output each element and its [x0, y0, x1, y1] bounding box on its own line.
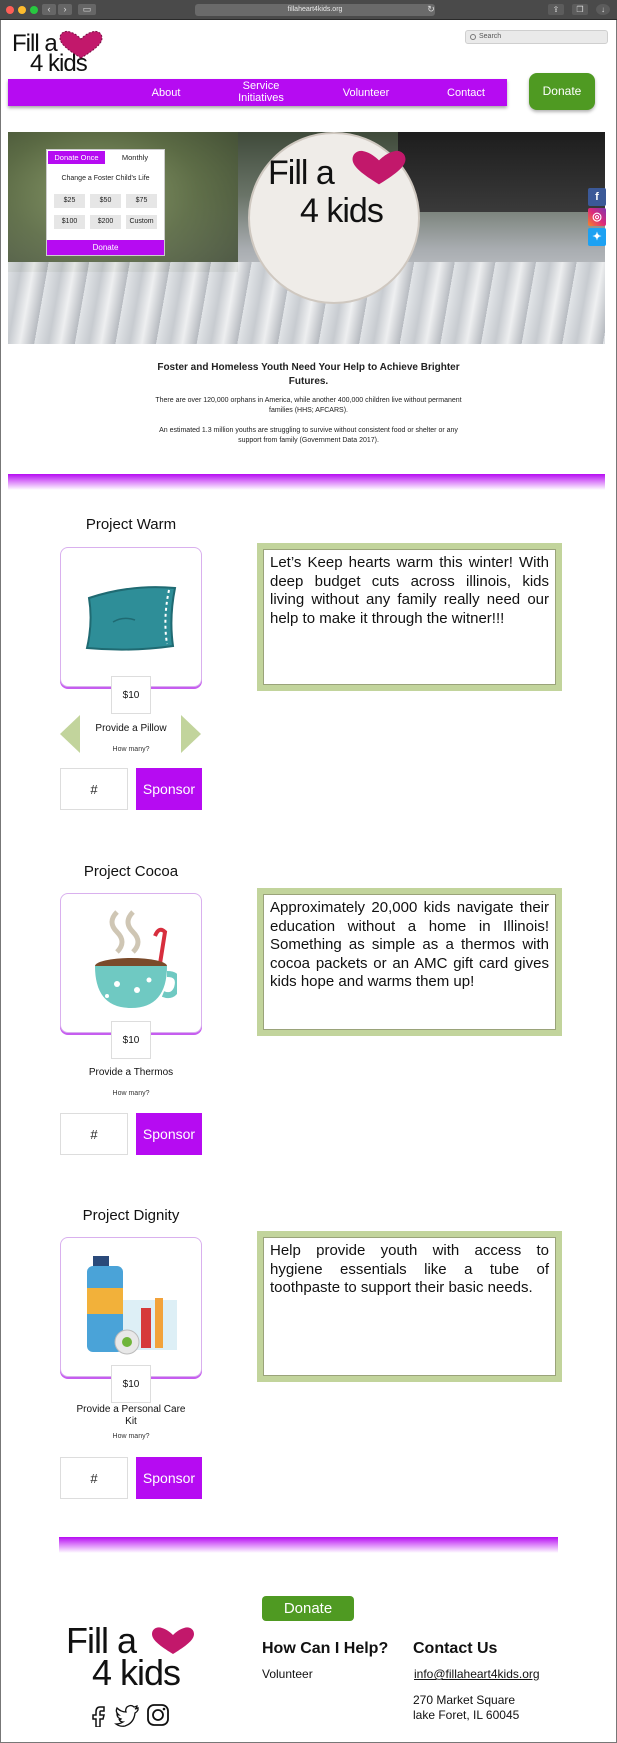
heart-icon	[152, 1627, 194, 1654]
project-card	[60, 547, 202, 687]
facebook-icon[interactable]: f	[588, 188, 606, 206]
search-icon	[470, 34, 476, 40]
hero-heart-icon	[352, 150, 406, 185]
quantity-input[interactable]: #	[60, 1113, 128, 1155]
project-description: Approximately 20,000 kids navigate their…	[257, 888, 562, 1036]
intro-paragraph: There are over 120,000 orphans in Americ…	[155, 397, 462, 414]
forward-icon[interactable]: ›	[58, 4, 72, 15]
minimize-window-button[interactable]	[18, 6, 26, 14]
nav-service-initiatives[interactable]: Service Initiatives	[226, 80, 296, 104]
price-tag: $10	[111, 1365, 151, 1403]
donate-widget-title: Change a Foster Child's Life	[61, 175, 150, 182]
how-many-label: How many?	[112, 1090, 150, 1097]
site-logo[interactable]: Fill a 4 kids	[12, 30, 103, 78]
quantity-input[interactable]: #	[60, 1457, 128, 1499]
nav-volunteer[interactable]: Volunteer	[326, 87, 406, 99]
quantity-input[interactable]: #	[60, 768, 128, 810]
nav-contact[interactable]: Contact	[426, 87, 506, 99]
email-link[interactable]: info@fillaheart4kids.org	[414, 1667, 540, 1682]
project-description: Let’s Keep hearts warm this winter! With…	[257, 543, 562, 691]
share-icon[interactable]: ⇪	[548, 4, 564, 15]
tabs-icon[interactable]: ❐	[572, 4, 588, 15]
browser-toolbar: ‹ › ▭ fillaheart4kids.org ↻ ⇪ ❐ ↓	[0, 0, 617, 20]
reload-icon[interactable]: ↻	[424, 4, 438, 15]
donate-button[interactable]: Donate	[529, 73, 595, 110]
pillow-icon	[85, 586, 177, 651]
cocoa-mug-icon	[95, 910, 177, 1008]
how-many-label: How many?	[112, 746, 150, 753]
project-card	[60, 1237, 202, 1377]
price-tag: $10	[111, 676, 151, 714]
hero-sign-line1: Fill a	[268, 154, 335, 192]
project-description: Help provide youth with access to hygien…	[257, 1231, 562, 1382]
amount-option[interactable]: $50	[90, 194, 121, 208]
footer-twitter-icon[interactable]	[114, 1703, 140, 1727]
address-bar[interactable]: fillaheart4kids.org	[195, 4, 435, 16]
project-title: Project Dignity	[82, 1207, 180, 1224]
provide-item-label: Provide a Pillow	[95, 723, 167, 734]
project-card	[60, 893, 202, 1033]
maximize-window-button[interactable]	[30, 6, 38, 14]
heart-icon	[59, 30, 103, 59]
nav-about[interactable]: About	[126, 87, 206, 99]
sidebar-icon[interactable]: ▭	[78, 4, 96, 15]
sponsor-button[interactable]: Sponsor	[136, 1113, 202, 1155]
provide-item-label: Provide a Thermos	[88, 1067, 174, 1078]
price-tag: $10	[111, 1021, 151, 1059]
provide-item-label: Provide a Personal Care Kit	[76, 1404, 186, 1427]
amount-option[interactable]: $25	[54, 194, 85, 208]
amount-option[interactable]: $200	[90, 215, 121, 229]
project-title: Project Warm	[85, 516, 177, 533]
contact-heading: Contact Us	[413, 1640, 498, 1657]
footer-donate-button[interactable]: Donate	[262, 1596, 354, 1621]
donate-widget: Donate Once Monthly Change a Foster Chil…	[46, 149, 165, 256]
tab-donate-once[interactable]: Donate Once	[48, 151, 105, 164]
footer-logo[interactable]: Fill a 4 kids	[66, 1620, 196, 1694]
instagram-icon[interactable]: ◎	[588, 208, 606, 226]
sponsor-button[interactable]: Sponsor	[136, 768, 202, 810]
hero-sign: Fill a 4 kids	[248, 132, 420, 304]
section-divider	[59, 1537, 558, 1553]
search-input[interactable]: Search	[465, 30, 608, 44]
section-divider	[8, 474, 605, 490]
amount-option-custom[interactable]: Custom	[126, 215, 157, 229]
download-icon[interactable]: ↓	[596, 4, 610, 15]
footer-facebook-icon[interactable]	[86, 1703, 110, 1727]
back-icon[interactable]: ‹	[42, 4, 56, 15]
how-many-label: How many?	[112, 1433, 150, 1440]
volunteer-link[interactable]: Volunteer	[262, 1667, 313, 1682]
sponsor-button[interactable]: Sponsor	[136, 1457, 202, 1499]
footer-instagram-icon[interactable]	[146, 1703, 170, 1727]
tab-monthly[interactable]: Monthly	[107, 151, 163, 164]
amount-option[interactable]: $100	[54, 215, 85, 229]
close-window-button[interactable]	[6, 6, 14, 14]
project-title: Project Cocoa	[83, 863, 179, 880]
twitter-icon[interactable]: ✦	[588, 228, 606, 246]
main-nav: About Service Initiatives Volunteer Cont…	[8, 79, 507, 106]
hero-background	[398, 132, 605, 212]
address-line: lake Foret, IL 60045	[413, 1708, 520, 1722]
address-line: 270 Market Square	[413, 1693, 516, 1707]
intro-paragraph: An estimated 1.3 million youths are stru…	[159, 427, 458, 444]
search-placeholder: Search	[479, 33, 502, 40]
help-heading: How Can I Help?	[262, 1640, 389, 1657]
hygiene-kit-icon	[87, 1256, 177, 1355]
widget-donate-button[interactable]: Donate	[47, 240, 164, 255]
amount-option[interactable]: $75	[126, 194, 157, 208]
hero-sign-line2: 4 kids	[300, 192, 384, 230]
intro-title: Foster and Homeless Youth Need Your Help…	[157, 362, 460, 387]
